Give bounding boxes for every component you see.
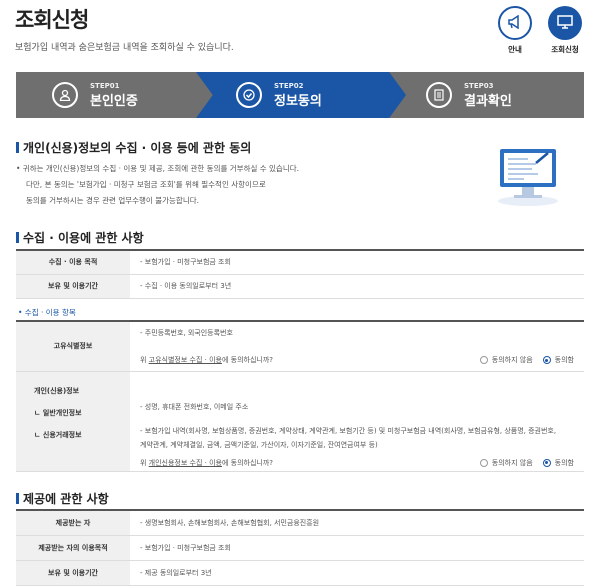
collect-heading: 수집 · 이용에 관한 사항 — [16, 229, 144, 246]
heading-marker — [16, 142, 19, 153]
request-label: 조회신청 — [551, 45, 579, 54]
row-value: - 제공 동의일로부터 3년 — [130, 560, 584, 586]
heading-text: 개인(신용)정보의 수집 · 이용 등에 관한 동의 — [23, 141, 252, 155]
row-header: 제공받는 자의 이용목적 — [16, 535, 130, 561]
radio-label: 동의함 — [554, 458, 574, 467]
items-table: 고유식별정보 - 주민등록번호, 외국인등록번호 위 고유식별정보 수집 · 이… — [16, 320, 584, 472]
guide-button[interactable] — [498, 6, 532, 40]
general-info-value: - 성명, 휴대폰 전화번호, 이메일 주소 — [140, 402, 249, 411]
personal-info-question: 위 개인신용정보 수집 · 이용에 동의하십니까? — [140, 458, 274, 467]
row-header: 제공받는 자 — [16, 509, 130, 536]
personal-disagree-radio[interactable]: 동의하지 않음 — [479, 458, 533, 468]
row-value: - 보험가입 · 미청구보험금 조회 — [130, 535, 584, 561]
items-label: • 수집 · 이용 항목 — [18, 308, 76, 317]
page-title: 조회신청 — [15, 8, 89, 32]
request-button[interactable] — [548, 6, 582, 40]
notice-line: 다만, 본 동의는 '보험가입 · 미청구 보험금 조회'를 위해 필수적인 사… — [26, 180, 266, 189]
radio-label: 동의함 — [554, 356, 574, 364]
check-icon — [236, 82, 262, 108]
question-link[interactable]: 고유식별정보 수집 · 이용 — [149, 356, 222, 364]
step-1: STEP01 본인인증 — [52, 72, 138, 118]
step-number: STEP01 — [90, 81, 120, 90]
radio-circle — [542, 356, 551, 364]
radio-label: 동의하지 않음 — [491, 458, 533, 467]
credit-info-value: - 보험가입 내역(회사명, 보험상품명, 증권번호, 계약상태, 계약관계, … — [140, 426, 557, 435]
unique-id-question: 위 고유식별정보 수집 · 이용에 동의하십니까? — [140, 356, 274, 364]
computer-illustration — [492, 139, 564, 207]
personal-agree-radio[interactable]: 동의함 — [542, 458, 574, 468]
row-value: - 수집 · 이용 동의일로부터 3년 — [130, 274, 584, 299]
row-header: 보유 및 이용기간 — [16, 560, 130, 586]
row-value: - 보험가입 · 미청구보험금 조회 — [130, 249, 584, 275]
heading-marker — [16, 493, 19, 504]
step-label: 본인인증 — [90, 93, 138, 109]
step-label: 정보동의 — [274, 93, 322, 109]
provide-heading: 제공에 관한 사항 — [16, 490, 109, 507]
general-info-label: ㄴ 일반개인정보 — [34, 408, 82, 417]
radio-circle — [479, 458, 488, 467]
step-2-active: STEP02 정보동의 — [196, 72, 406, 118]
row-header: 보유 및 이용기간 — [16, 274, 130, 299]
step-progress: STEP01 본인인증 STEP02 정보동의 STEP03 결과확인 — [16, 72, 584, 118]
person-icon — [52, 82, 78, 108]
notice-line: • 귀하는 개인(신용)정보의 수집 · 이용 및 제공, 조회에 관한 동의를… — [16, 164, 300, 173]
consent-heading: 개인(신용)정보의 수집 · 이용 등에 관한 동의 — [16, 139, 251, 156]
unique-agree-radio[interactable]: 동의함 — [542, 355, 574, 365]
monitor-icon — [557, 14, 573, 33]
radio-label: 동의하지 않음 — [491, 356, 533, 364]
step-label: 결과확인 — [464, 93, 512, 109]
notice-line: 동의를 거부하시는 경우 관련 업무수행이 불가능합니다. — [26, 196, 200, 205]
collect-table: 수집 · 이용 목적 - 보험가입 · 미청구보험금 조회 보유 및 이용기간 - … — [16, 249, 584, 299]
document-icon — [426, 82, 452, 108]
heading-text: 수집 · 이용에 관한 사항 — [23, 231, 144, 245]
radio-circle — [542, 458, 551, 467]
credit-info-value-cont: 계약관계, 계약체결일, 금액, 금액기준일, 가산이자, 이자기준일, 잔여연… — [140, 440, 378, 449]
unique-id-value: - 주민등록번호, 외국인등록번호 — [140, 329, 233, 337]
question-link[interactable]: 개인신용정보 수집 · 이용 — [149, 459, 222, 467]
personal-info-header: 개인(신용)정보 — [34, 386, 80, 395]
unique-disagree-radio[interactable]: 동의하지 않음 — [479, 355, 533, 365]
heading-text: 제공에 관한 사항 — [23, 492, 109, 506]
provide-table: 제공받는 자- 생명보험회사, 손해보험회사, 손해보험협회, 서민금융진흥원 … — [16, 509, 584, 586]
consent-notice: • 귀하는 개인(신용)정보의 수집 · 이용 및 제공, 조회에 관한 동의를… — [16, 161, 299, 209]
step-3: STEP03 결과확인 — [426, 72, 512, 118]
heading-marker — [16, 232, 19, 243]
step-number: STEP02 — [274, 81, 304, 90]
unique-id-header: 고유식별정보 — [16, 320, 130, 372]
row-header: 수집 · 이용 목적 — [16, 249, 130, 275]
page-subtitle: 보험가입 내역과 숨은보험금 내역을 조회하실 수 있습니다. — [15, 43, 234, 53]
guide-label: 안내 — [508, 45, 522, 54]
row-value: - 생명보험회사, 손해보험회사, 손해보험협회, 서민금융진흥원 — [130, 509, 584, 536]
megaphone-icon — [507, 14, 523, 33]
step-number: STEP03 — [464, 81, 494, 90]
radio-circle — [479, 356, 488, 364]
credit-info-label: ㄴ 신용거래정보 — [34, 430, 82, 439]
